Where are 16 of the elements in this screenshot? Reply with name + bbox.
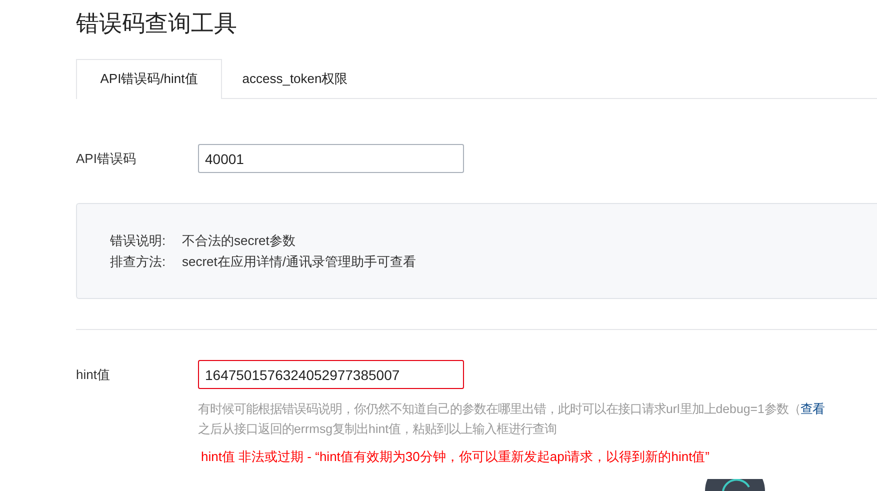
field-label: API错误码: [76, 150, 137, 168]
field-label: hint值: [76, 366, 111, 384]
view-link[interactable]: 查看: [800, 402, 824, 416]
result-label: 排查方法:: [110, 253, 167, 271]
result-value: secret在应用详情/通讯录管理助手可查看: [182, 253, 416, 271]
help-text: 有时候可能根据错误码说明，你仍然不知道自己的参数在哪里出错，此时可以在接口请求url里加上debug=1参数（: [198, 402, 800, 416]
result-label: 错误说明:: [110, 232, 167, 250]
tab[interactable]: access_token权限: [222, 59, 368, 98]
error-code-field[interactable]: 40001: [198, 144, 464, 173]
result-value: 不合法的secret参数: [182, 232, 296, 250]
hint-field[interactable]: 1647501576324052977385007: [198, 360, 464, 389]
floating-widget-icon[interactable]: [705, 479, 765, 491]
page-title: 错误码查询工具: [76, 9, 238, 38]
error-message: hint值 非法或过期 - “hint值有效期为30分钟，你可以重新发起api请求，以得到新的hint值”: [201, 448, 711, 466]
help-text: 之后从接口返回的errmsg复制出hint值，粘贴到以上输入框进行查询: [198, 422, 557, 436]
tab[interactable]: API错误码/hint值: [76, 59, 222, 99]
